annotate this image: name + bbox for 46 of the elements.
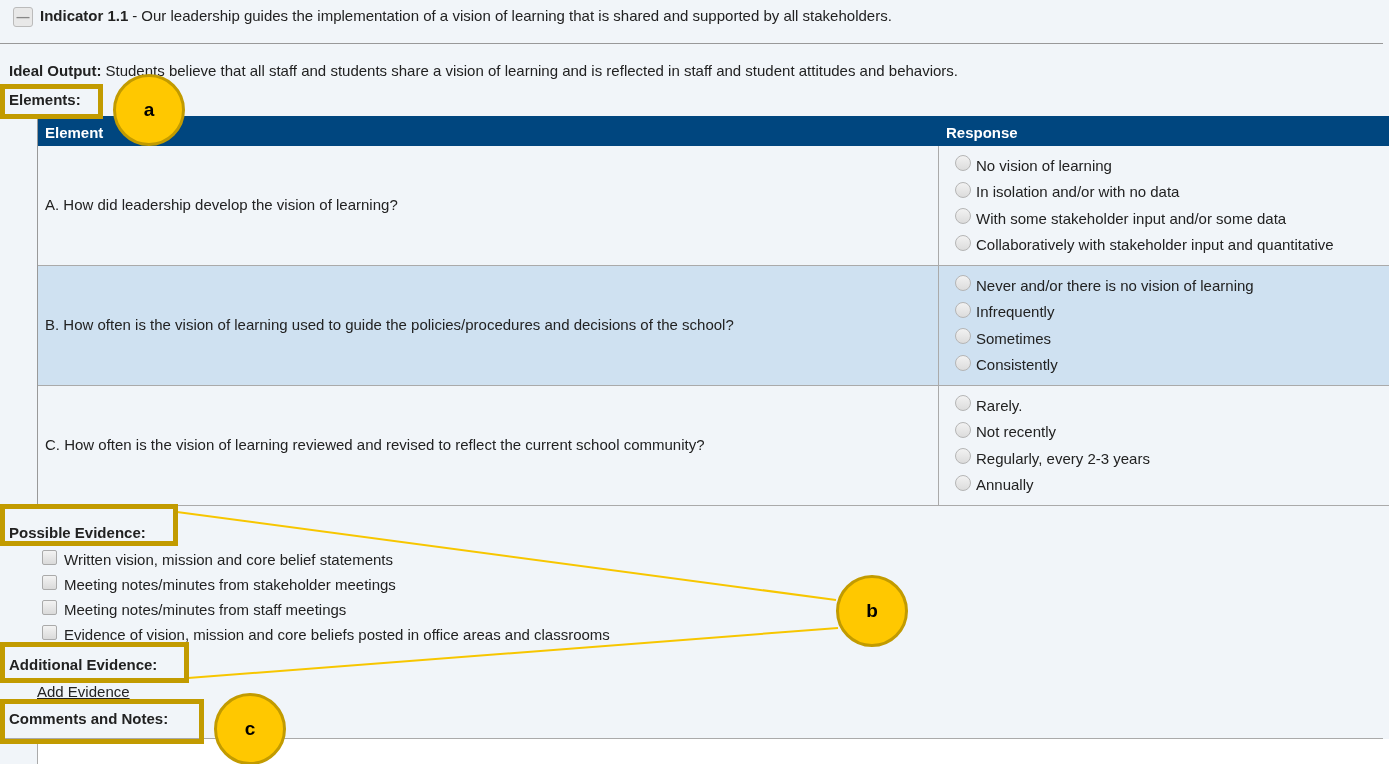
option-label: Annually [976, 475, 1034, 495]
checkbox[interactable] [42, 550, 57, 565]
radio-button[interactable] [955, 208, 971, 225]
radio-button[interactable] [955, 328, 971, 345]
separator-text: - [132, 6, 138, 27]
option-label: With some stakeholder input and/or some data [976, 208, 1287, 229]
option-label: Sometimes [976, 328, 1052, 349]
option-label: Collaboratively with stakeholder input and quantitative [976, 235, 1334, 255]
checkbox-label: Written vision, mission and core belief statements [64, 550, 394, 571]
option-label: No vision of learning [976, 155, 1112, 176]
radio-button[interactable] [955, 181, 971, 198]
radio-button[interactable] [955, 354, 971, 371]
checkbox-label: Evidence of vision, mission and core beliefs posted in office areas and classrooms [64, 625, 610, 646]
section-heading: Possible Evidence: [9, 522, 146, 543]
option-label: In isolation and/or with no data [976, 182, 1180, 202]
option-label: Infrequently [976, 302, 1055, 322]
question-text: C. How often is the vision of learning reviewed and revised to reflect the current school community? [45, 435, 705, 456]
question-text: A. How did leadership develop the vision of learning? [45, 195, 398, 216]
option-label: Rarely. [976, 395, 1023, 416]
section-heading: Comments and Notes: [9, 709, 169, 729]
radio-button[interactable] [955, 301, 971, 318]
checkbox-label: Meeting notes/minutes from staff meetings [64, 600, 347, 621]
column-header: Element [44, 123, 105, 143]
checkbox[interactable] [42, 600, 57, 615]
section-heading: Elements: [9, 89, 81, 110]
ideal-output-label: Ideal Output: [9, 60, 102, 81]
checkbox-label: Meeting notes/minutes from stakeholder meetings [64, 575, 396, 596]
radio-button[interactable] [955, 474, 971, 491]
option-label: Consistently [976, 355, 1058, 375]
checkbox[interactable] [42, 625, 57, 640]
radio-button[interactable] [955, 448, 971, 465]
radio-button[interactable] [955, 234, 971, 251]
radio-button[interactable] [955, 155, 971, 172]
radio-button[interactable] [955, 275, 971, 292]
column-header: Response [945, 123, 1019, 143]
radio-button[interactable] [955, 395, 971, 412]
checkbox[interactable] [42, 575, 57, 590]
option-label: Regularly, every 2-3 years [976, 448, 1150, 469]
radio-button[interactable] [955, 421, 971, 438]
indicator-label: Indicator 1.1 [40, 6, 129, 27]
section-heading: Additional Evidence: [9, 654, 158, 675]
question-text: B. How often is the vision of learning used to guide the policies/procedures and decisions of the school? [45, 315, 734, 336]
option-label: Not recently [976, 422, 1057, 442]
indicator-text: Our leadership guides the implementation of a vision of learning that is shared and supported by all stakeholders. [141, 6, 892, 27]
option-label: Never and/or there is no vision of learning [976, 275, 1254, 296]
add-evidence-link[interactable]: Add Evidence [37, 680, 130, 703]
